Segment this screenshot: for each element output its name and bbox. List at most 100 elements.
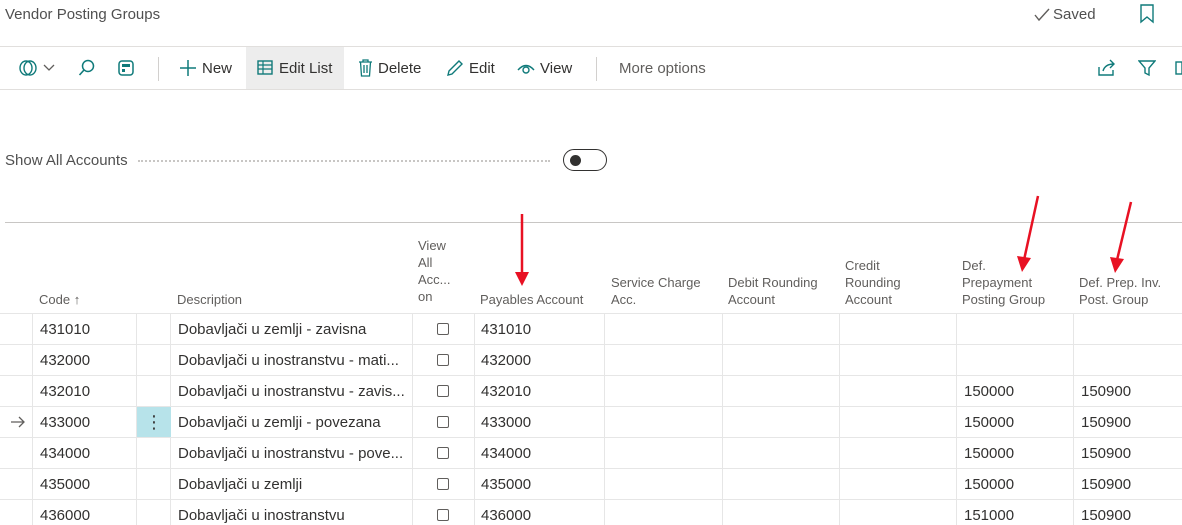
code-cell[interactable]: 434000	[40, 438, 90, 468]
view-all-accounts-checkbox[interactable]	[437, 469, 449, 499]
header-line: on	[418, 289, 433, 304]
view-button[interactable]: View	[517, 47, 572, 89]
payables-account-cell[interactable]: 436000	[481, 500, 531, 525]
code-cell[interactable]: 432010	[40, 376, 90, 406]
edit-button[interactable]: Edit	[446, 47, 495, 89]
prep-inv-group-cell[interactable]: 150900	[1081, 376, 1131, 406]
table-row[interactable]: 434000 Dobavljači u inostranstvu - pove.…	[0, 437, 1182, 468]
column-header-credit-rounding-account[interactable]: Credit Rounding Account	[845, 257, 901, 308]
header-line: Account	[845, 292, 892, 307]
prepayment-group-cell[interactable]: 151000	[964, 500, 1014, 525]
column-header-payables-account[interactable]: Payables Account	[480, 291, 583, 308]
code-cell[interactable]: 432000	[40, 345, 90, 375]
copilot-menu-button[interactable]	[18, 47, 55, 89]
view-all-accounts-checkbox[interactable]	[437, 314, 449, 344]
prepayment-group-cell[interactable]: 150000	[964, 407, 1014, 437]
page-title: Vendor Posting Groups	[5, 6, 161, 23]
column-header-description[interactable]: Description	[177, 291, 242, 308]
plus-icon	[180, 60, 196, 76]
code-cell[interactable]: 436000	[40, 500, 90, 525]
view-all-accounts-checkbox[interactable]	[437, 438, 449, 468]
annotation-arrow-icon	[515, 214, 529, 286]
filter-button[interactable]	[1138, 47, 1156, 89]
view-all-accounts-checkbox[interactable]	[437, 345, 449, 375]
annotation-arrow-icon	[1017, 195, 1040, 272]
delete-button[interactable]: Delete	[358, 47, 421, 89]
saved-status: Saved	[1034, 6, 1096, 23]
prepayment-group-cell[interactable]: 150000	[964, 438, 1014, 468]
description-cell[interactable]: Dobavljači u inostranstvu - pove...	[178, 438, 410, 468]
show-all-accounts-toggle[interactable]	[563, 149, 607, 171]
list-settings-button[interactable]	[1175, 47, 1182, 89]
show-all-accounts-label: Show All Accounts	[5, 152, 128, 169]
eye-icon	[517, 64, 535, 74]
edit-label: Edit	[469, 59, 495, 77]
edit-list-icon	[257, 60, 273, 75]
table-row-selected[interactable]: 433000 ⋮ Dobavljači u zemlji - povezana …	[0, 406, 1182, 437]
description-cell[interactable]: Dobavljači u inostranstvu	[178, 500, 410, 525]
payables-account-cell[interactable]: 432010	[481, 376, 531, 406]
new-button[interactable]: New	[179, 47, 232, 89]
view-label: View	[540, 59, 573, 77]
payables-account-cell[interactable]: 433000	[481, 407, 531, 437]
prepayment-group-cell[interactable]: 150000	[964, 469, 1014, 499]
column-header-def-prep-inv-post-group[interactable]: Def. Prep. Inv. Post. Group	[1079, 274, 1161, 308]
edit-list-button[interactable]: Edit List	[246, 47, 344, 89]
trash-icon	[359, 59, 372, 77]
search-button[interactable]	[78, 47, 96, 89]
prep-inv-group-cell[interactable]: 150900	[1081, 438, 1131, 468]
view-all-accounts-checkbox[interactable]	[437, 500, 449, 525]
code-cell[interactable]: 435000	[40, 469, 90, 499]
table-row[interactable]: 436000 Dobavljači u inostranstvu 436000 …	[0, 499, 1182, 525]
column-header-service-charge-acc[interactable]: Service Charge Acc.	[611, 274, 701, 308]
description-cell[interactable]: Dobavljači u inostranstvu - mati...	[178, 345, 410, 375]
sort-ascending-icon: ↑	[73, 292, 81, 307]
column-header-debit-rounding-account[interactable]: Debit Rounding Account	[728, 274, 818, 308]
action-bar: New Edit List Delete Edit View More opti…	[0, 46, 1182, 90]
header-line: Debit Rounding	[728, 275, 818, 290]
chevron-down-icon	[43, 64, 55, 71]
header-line: Posting Group	[962, 292, 1046, 307]
toolbar-divider	[158, 57, 159, 81]
header-line: Acc.	[611, 292, 637, 307]
code-cell[interactable]: 433000	[40, 407, 90, 437]
bookmark-icon	[1140, 4, 1154, 24]
prepayment-group-cell[interactable]: 150000	[964, 376, 1014, 406]
bookmark-button[interactable]	[1139, 4, 1155, 29]
payables-account-cell[interactable]: 434000	[481, 438, 531, 468]
column-header-code[interactable]: Code ↑	[39, 291, 80, 308]
share-button[interactable]	[1097, 47, 1117, 89]
header-line: Account	[728, 292, 775, 307]
delete-label: Delete	[378, 59, 422, 77]
annotation-arrow-icon	[1110, 201, 1133, 273]
header-line: Acc...	[418, 272, 451, 287]
grid-top-border	[5, 222, 1182, 223]
view-all-accounts-checkbox[interactable]	[437, 376, 449, 406]
payables-account-cell[interactable]: 431010	[481, 314, 531, 344]
payables-account-cell[interactable]: 432000	[481, 345, 531, 375]
pencil-icon	[447, 60, 463, 76]
prep-inv-group-cell[interactable]: 150900	[1081, 407, 1131, 437]
table-row[interactable]: 432010 Dobavljači u inostranstvu - zavis…	[0, 375, 1182, 406]
header-line: All	[418, 255, 433, 270]
header-line: Service Charge	[611, 275, 701, 290]
description-cell[interactable]: Dobavljači u inostranstvu - zavis...	[178, 376, 410, 406]
description-cell[interactable]: Dobavljači u zemlji - povezana	[178, 407, 410, 437]
description-cell[interactable]: Dobavljači u zemlji - zavisna	[178, 314, 410, 344]
description-cell[interactable]: Dobavljači u zemlji	[178, 469, 410, 499]
view-all-accounts-checkbox[interactable]	[437, 407, 449, 437]
column-header-view-all-accounts[interactable]: View All Acc... on	[418, 237, 451, 305]
table-row[interactable]: 435000 Dobavljači u zemlji 435000 150000…	[0, 468, 1182, 499]
analysis-mode-button[interactable]	[117, 47, 135, 89]
prep-inv-group-cell[interactable]: 150900	[1081, 469, 1131, 499]
code-cell[interactable]: 431010	[40, 314, 90, 344]
payables-account-cell[interactable]: 435000	[481, 469, 531, 499]
table-row[interactable]: 432000 Dobavljači u inostranstvu - mati.…	[0, 344, 1182, 375]
row-actions-button[interactable]: ⋮	[137, 407, 171, 437]
prep-inv-group-cell[interactable]: 150900	[1081, 500, 1131, 525]
table-row[interactable]: 431010 Dobavljači u zemlji - zavisna 431…	[0, 313, 1182, 344]
copilot-icon	[19, 60, 37, 76]
toolbar-divider	[596, 57, 597, 81]
more-options-button[interactable]: More options	[619, 47, 706, 89]
share-icon	[1098, 59, 1115, 76]
